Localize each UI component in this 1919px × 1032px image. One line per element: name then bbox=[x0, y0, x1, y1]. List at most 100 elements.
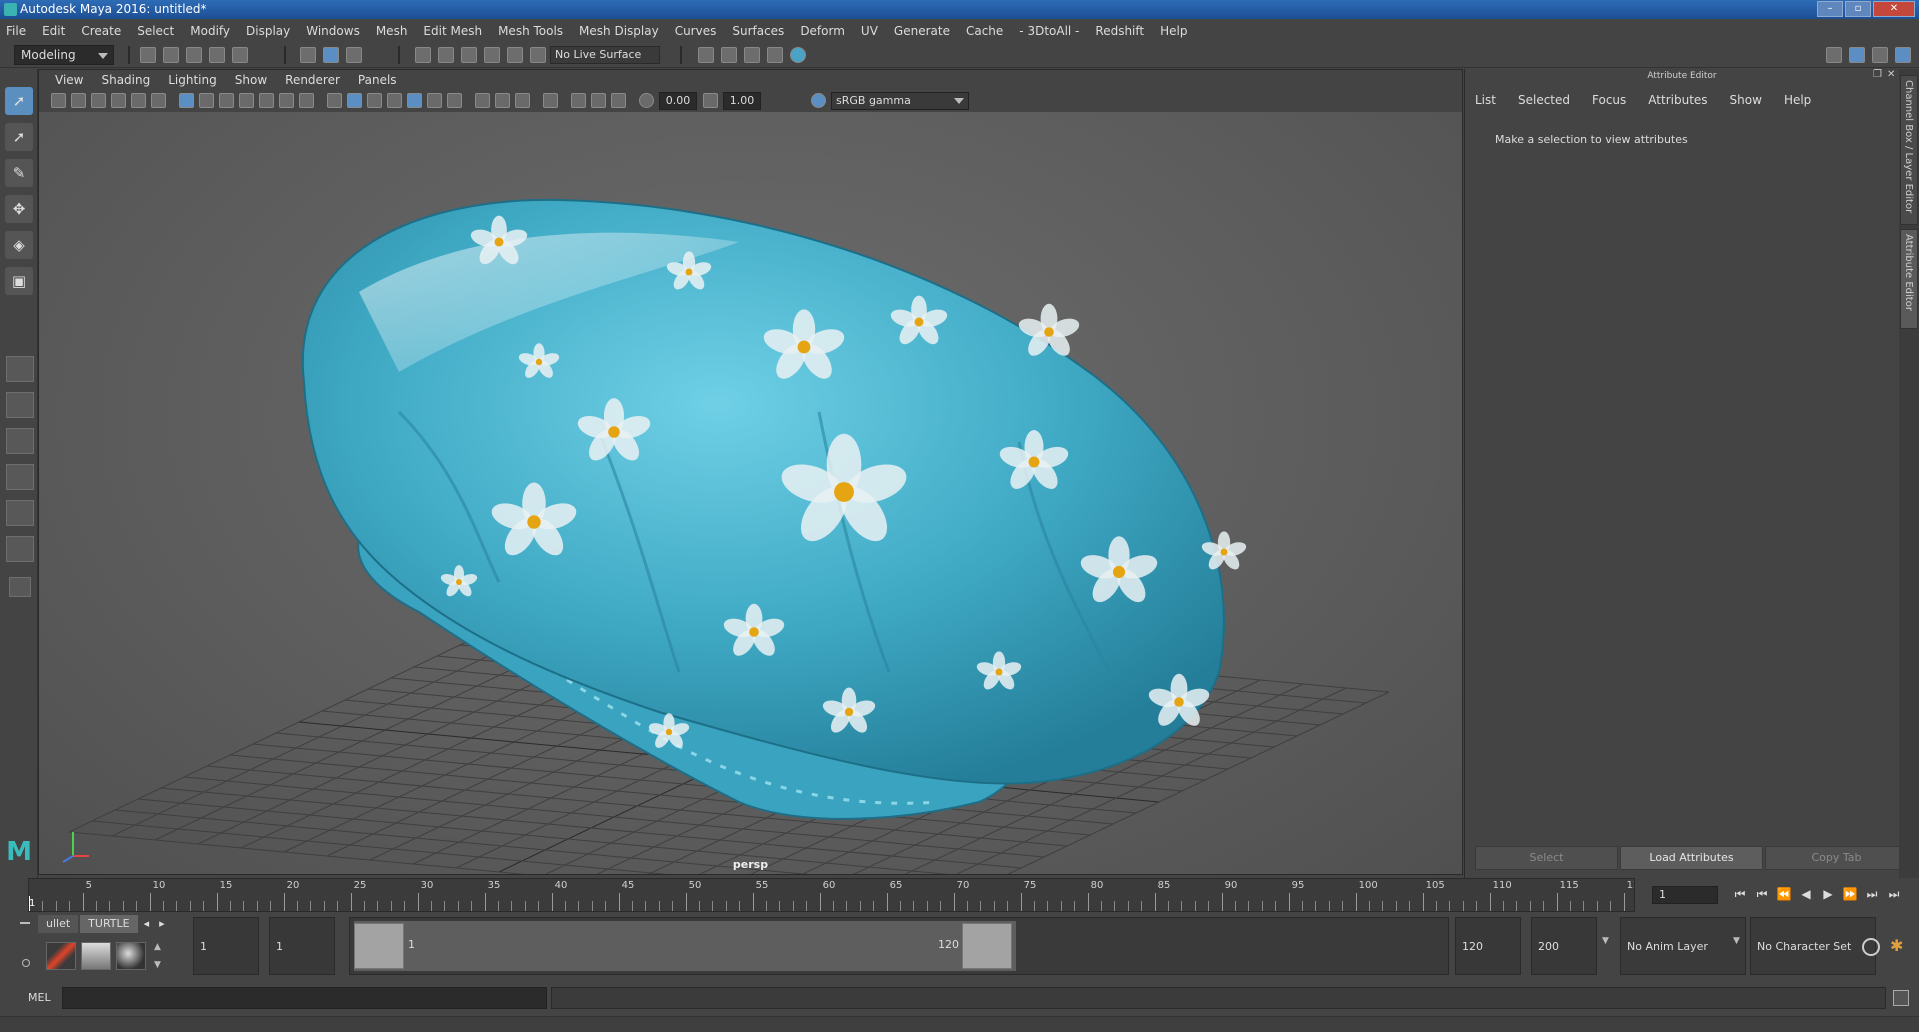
live-surface-field[interactable]: No Live Surface bbox=[550, 46, 660, 64]
anti-aliasing-icon[interactable] bbox=[515, 93, 530, 108]
turtle-sphere-icon[interactable] bbox=[116, 942, 146, 970]
hypershade-icon[interactable] bbox=[790, 47, 806, 63]
exposure-field[interactable]: 0.00 bbox=[659, 92, 697, 110]
go-to-start-icon[interactable]: ⏮ bbox=[1732, 886, 1748, 902]
outliner-layout-icon[interactable] bbox=[6, 500, 34, 526]
current-time-field[interactable]: 1 bbox=[1652, 886, 1718, 904]
maximize-button[interactable]: ▫ bbox=[1845, 1, 1871, 17]
screen-space-ao-icon[interactable] bbox=[475, 93, 490, 108]
close-button[interactable]: ✕ bbox=[1873, 1, 1915, 17]
menu-windows[interactable]: Windows bbox=[306, 24, 360, 38]
2d-pan-zoom-icon[interactable] bbox=[131, 93, 146, 108]
safe-action-icon[interactable] bbox=[279, 93, 294, 108]
turtle-render-icon[interactable] bbox=[46, 942, 76, 970]
image-plane-icon[interactable] bbox=[111, 93, 126, 108]
modeling-toolkit-icon[interactable] bbox=[1826, 47, 1842, 63]
gamma-icon[interactable] bbox=[703, 93, 718, 108]
load-attributes-button[interactable]: Load Attributes bbox=[1620, 846, 1763, 870]
shelf-settings-icon[interactable] bbox=[22, 959, 30, 967]
use-default-material-icon[interactable] bbox=[367, 93, 382, 108]
render-view-icon[interactable] bbox=[767, 47, 783, 63]
isolate-select-icon[interactable] bbox=[543, 93, 558, 108]
menu-edit-mesh[interactable]: Edit Mesh bbox=[423, 24, 482, 38]
menu-deform[interactable]: Deform bbox=[800, 24, 845, 38]
film-gate-icon[interactable] bbox=[199, 93, 214, 108]
menu-file[interactable]: File bbox=[6, 24, 26, 38]
command-input[interactable] bbox=[62, 987, 547, 1009]
menu-surfaces[interactable]: Surfaces bbox=[732, 24, 784, 38]
3d-viewport[interactable]: persp bbox=[39, 112, 1462, 874]
shelf-scroll-down-icon[interactable]: ▼ bbox=[154, 960, 161, 970]
animation-start-field[interactable]: 1 bbox=[193, 917, 259, 975]
menu-modify[interactable]: Modify bbox=[190, 24, 230, 38]
select-tool-icon[interactable]: ➚ bbox=[5, 87, 33, 115]
new-scene-icon[interactable] bbox=[140, 47, 156, 63]
shelf-menu-icon[interactable] bbox=[20, 922, 30, 924]
gate-mask-icon[interactable] bbox=[239, 93, 254, 108]
select-by-object-icon[interactable] bbox=[323, 47, 339, 63]
xray-joints-icon[interactable] bbox=[591, 93, 606, 108]
xray-components-icon[interactable] bbox=[611, 93, 626, 108]
panel-menu-renderer[interactable]: Renderer bbox=[285, 73, 340, 87]
four-view-layout-icon[interactable] bbox=[6, 392, 34, 418]
tab-attribute-editor[interactable]: Attribute Editor bbox=[1900, 229, 1918, 329]
menu-help[interactable]: Help bbox=[1160, 24, 1187, 38]
menu-display[interactable]: Display bbox=[246, 24, 290, 38]
minimize-button[interactable]: – bbox=[1817, 1, 1843, 17]
save-scene-icon[interactable] bbox=[186, 47, 202, 63]
menu-mesh[interactable]: Mesh bbox=[376, 24, 408, 38]
menu-select[interactable]: Select bbox=[137, 24, 174, 38]
camera-tools-icon[interactable] bbox=[71, 93, 86, 108]
menu-redshift[interactable]: Redshift bbox=[1095, 24, 1144, 38]
panel-menu-show[interactable]: Show bbox=[235, 73, 267, 87]
auto-key-icon[interactable] bbox=[1862, 938, 1880, 956]
time-ruler[interactable]: 5 10 15 20 25 30 35 40 45 50 55 60 65 70 75 80 85 90 95 100… bbox=[28, 878, 1635, 912]
shelf-tab-turtle[interactable]: TURTLE bbox=[80, 915, 138, 933]
select-by-component-icon[interactable] bbox=[346, 47, 362, 63]
view-transform-dropdown[interactable]: sRGB gamma bbox=[831, 92, 969, 110]
persp-graph-layout-icon[interactable] bbox=[6, 464, 34, 490]
snap-point-icon[interactable] bbox=[461, 47, 477, 63]
move-tool-icon[interactable]: ✥ bbox=[5, 195, 33, 223]
menu-uv[interactable]: UV bbox=[861, 24, 878, 38]
chevron-down-icon[interactable]: ▼ bbox=[1602, 936, 1609, 946]
turtle-bake-icon[interactable] bbox=[81, 942, 111, 970]
attr-menu-show[interactable]: Show bbox=[1730, 93, 1762, 107]
step-forward-frame-icon[interactable]: ⏩ bbox=[1842, 886, 1858, 902]
snap-grid-icon[interactable] bbox=[415, 47, 431, 63]
field-chart-icon[interactable] bbox=[259, 93, 274, 108]
menu-cache[interactable]: Cache bbox=[966, 24, 1003, 38]
script-language-toggle[interactable]: MEL bbox=[28, 991, 51, 1004]
step-forward-key-icon[interactable]: ⏭ bbox=[1864, 886, 1880, 902]
step-back-key-icon[interactable]: ⏮ bbox=[1754, 886, 1770, 902]
snap-view-plane-icon[interactable] bbox=[484, 47, 500, 63]
shadows-icon[interactable] bbox=[447, 93, 462, 108]
attr-menu-list[interactable]: List bbox=[1475, 93, 1496, 107]
custom-layout-icon[interactable] bbox=[9, 577, 31, 597]
gamma-field[interactable]: 1.00 bbox=[723, 92, 761, 110]
attr-menu-attributes[interactable]: Attributes bbox=[1648, 93, 1707, 107]
panel-menu-shading[interactable]: Shading bbox=[101, 73, 150, 87]
float-panel-icon[interactable]: ❐ bbox=[1873, 69, 1887, 82]
lasso-tool-icon[interactable]: ➚ bbox=[5, 123, 33, 151]
play-backwards-icon[interactable]: ◀ bbox=[1798, 886, 1814, 902]
camera-attributes-icon[interactable] bbox=[51, 93, 66, 108]
range-start-handle[interactable] bbox=[354, 923, 404, 969]
textured-icon[interactable] bbox=[407, 93, 422, 108]
motion-blur-icon[interactable] bbox=[495, 93, 510, 108]
channel-box-toggle-icon[interactable] bbox=[1895, 47, 1911, 63]
ipr-render-icon[interactable] bbox=[744, 47, 760, 63]
menu-set-dropdown[interactable]: Modeling bbox=[14, 45, 114, 65]
menu-mesh-display[interactable]: Mesh Display bbox=[579, 24, 659, 38]
range-end-handle[interactable] bbox=[962, 923, 1012, 969]
anim-layer-dropdown[interactable]: No Anim Layer bbox=[1620, 917, 1746, 975]
resolution-gate-icon[interactable] bbox=[219, 93, 234, 108]
redo-icon[interactable] bbox=[232, 47, 248, 63]
step-back-frame-icon[interactable]: ⏪ bbox=[1776, 886, 1792, 902]
use-all-lights-icon[interactable] bbox=[427, 93, 442, 108]
wireframe-on-shaded-icon[interactable] bbox=[387, 93, 402, 108]
animation-end-field[interactable]: 200 bbox=[1531, 917, 1597, 975]
single-perspective-layout-icon[interactable] bbox=[6, 356, 34, 382]
hypershade-layout-icon[interactable] bbox=[6, 536, 34, 562]
playback-start-field[interactable]: 1 bbox=[269, 917, 335, 975]
